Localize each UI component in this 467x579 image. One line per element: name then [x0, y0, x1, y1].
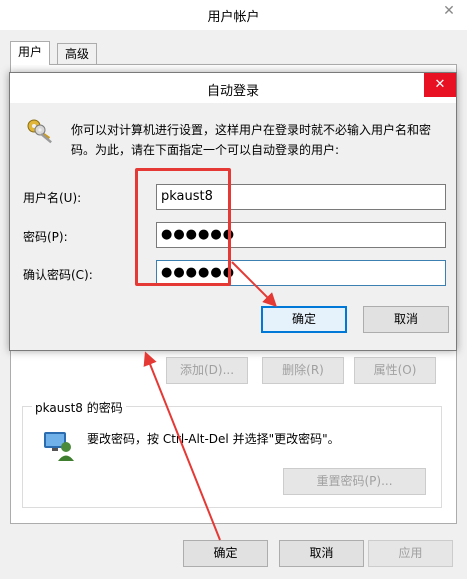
dialog-close-icon[interactable]: ✕ — [424, 73, 456, 97]
tab-users[interactable]: 用户 — [10, 41, 51, 65]
change-password-hint: 要改密码，按 Ctrl-Alt-Del 并选择"更改密码"。 — [87, 432, 340, 446]
username-label: 用户名(U): — [23, 191, 82, 205]
dialog-title: 自动登录 — [206, 84, 259, 99]
delete-user-button[interactable]: 删除(R) — [262, 357, 344, 384]
user-password-icon — [44, 432, 74, 461]
dialog-ok-button[interactable]: 确定 — [261, 306, 347, 333]
annotation-highlight-box — [135, 168, 231, 286]
password-label: 密码(P): — [23, 230, 68, 244]
keys-icon — [27, 119, 52, 144]
outer-ok-button[interactable]: 确定 — [183, 540, 268, 567]
outer-title-bar: 用户帐户 ✕ — [0, 0, 467, 30]
dialog-title-bar: 自动登录 ✕ — [10, 73, 456, 103]
add-user-button[interactable]: 添加(D)... — [166, 357, 248, 384]
outer-cancel-button[interactable]: 取消 — [279, 540, 364, 567]
reset-password-button[interactable]: 重置密码(P)... — [283, 468, 426, 495]
outer-apply-button[interactable]: 应用 — [368, 540, 453, 567]
auto-login-dialog: 自动登录 ✕ 你可以对计算机进行设置，这样用户在登录时就不必输入用户名和密码。为… — [9, 72, 457, 351]
dialog-description: 你可以对计算机进行设置，这样用户在登录时就不必输入用户名和密码。为此，请在下面指… — [71, 123, 432, 157]
outer-window-title: 用户帐户 — [207, 10, 260, 25]
dialog-cancel-button[interactable]: 取消 — [363, 306, 449, 333]
outer-close-icon[interactable]: ✕ — [437, 0, 461, 22]
password-group-title: pkaust8 的密码 — [32, 399, 126, 416]
tab-advanced[interactable]: 高级 — [57, 43, 98, 65]
properties-button[interactable]: 属性(O) — [354, 357, 436, 384]
confirm-password-label: 确认密码(C): — [23, 268, 93, 282]
